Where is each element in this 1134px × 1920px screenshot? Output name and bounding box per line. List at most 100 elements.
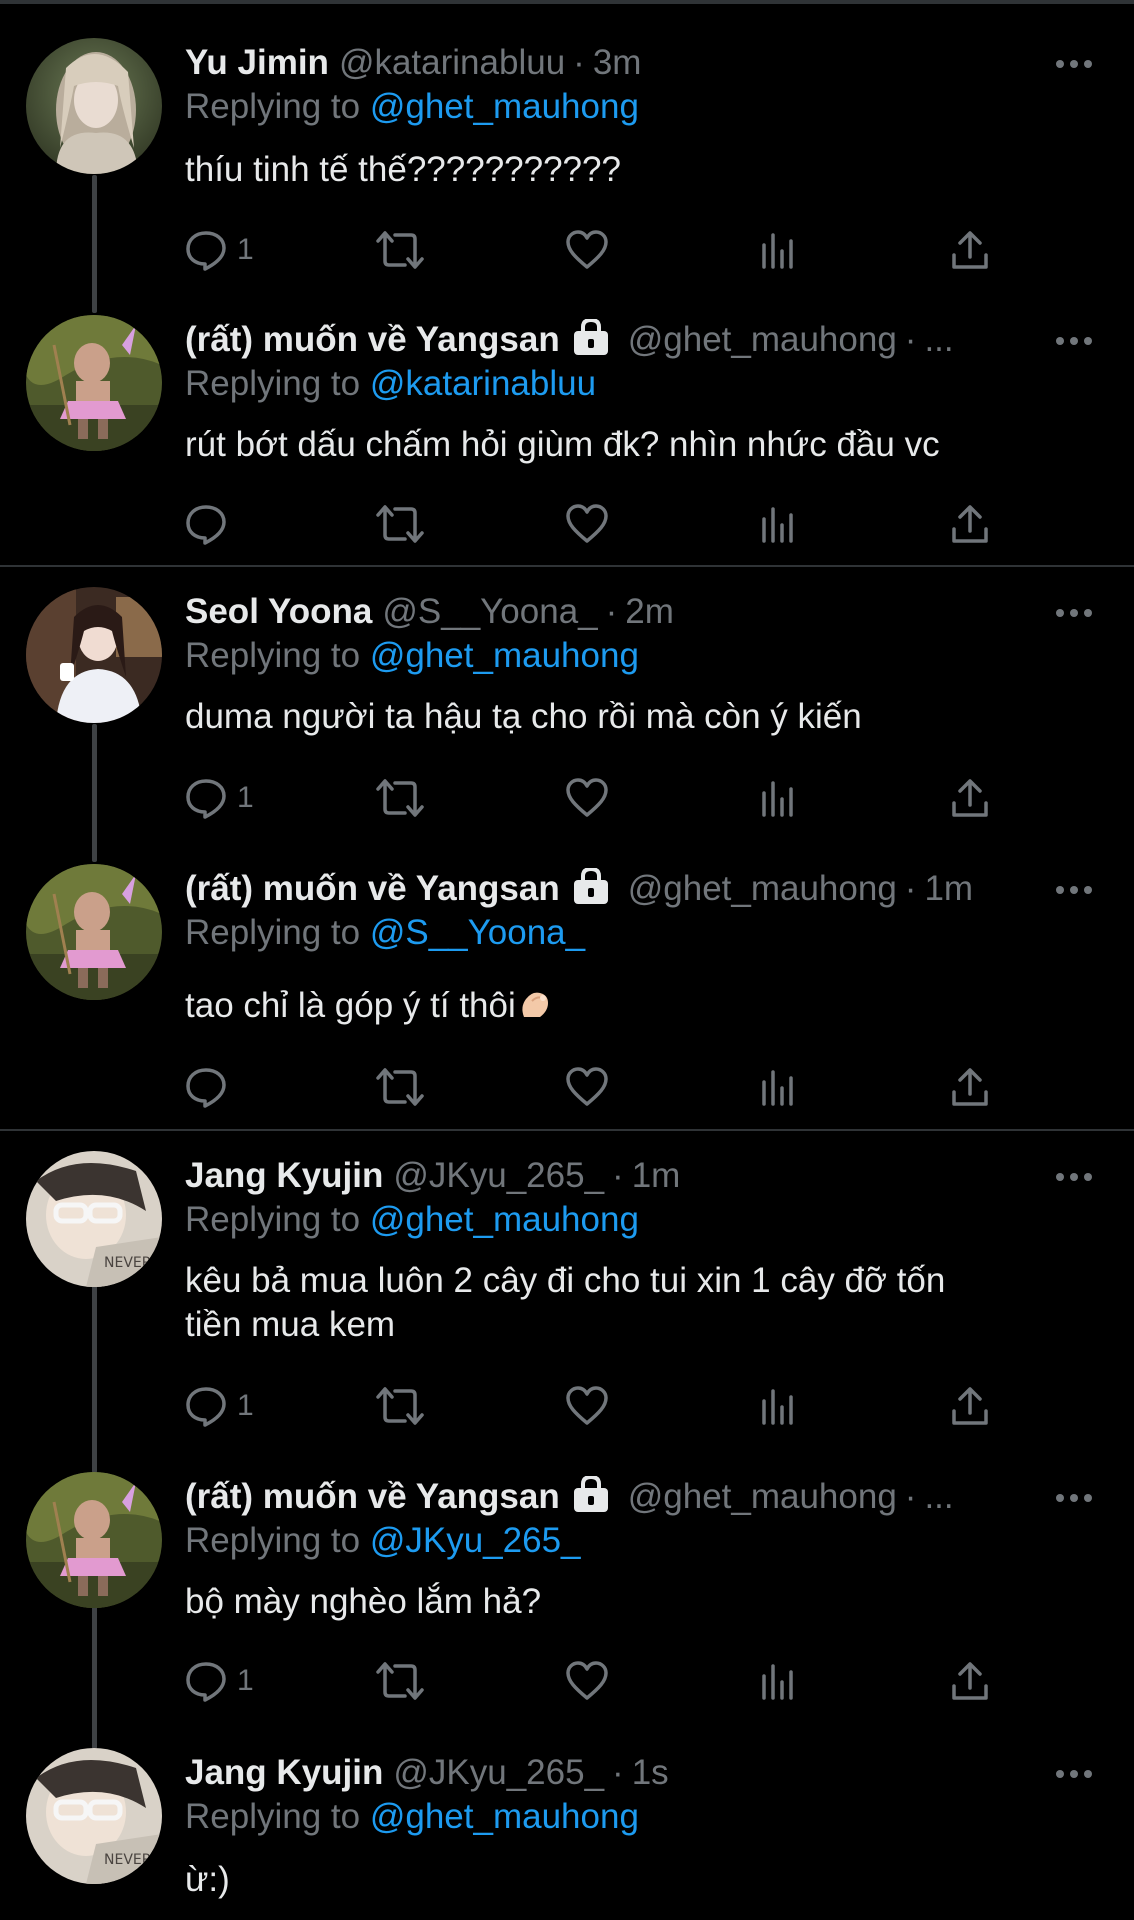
user-handle[interactable]: @ghet_mauhong <box>628 320 897 359</box>
timestamp[interactable]: 1m <box>924 869 973 908</box>
like-button[interactable] <box>565 1065 609 1109</box>
reply-button[interactable]: 1 <box>185 228 254 272</box>
user-handle[interactable]: @S__Yoona_ <box>382 592 597 631</box>
timestamp[interactable]: ... <box>924 320 953 359</box>
avatar[interactable]: NEVER <box>26 1151 162 1287</box>
replying-to: Replying to @JKyu_265_ <box>185 1518 581 1564</box>
analytics-button[interactable] <box>760 1384 796 1428</box>
tweet[interactable]: NEVER Jang Kyujin @JKyu_265_ · 1s Replying … <box>0 1748 1134 1920</box>
like-button[interactable] <box>565 776 609 820</box>
user-handle[interactable]: @JKyu_265_ <box>393 1156 604 1195</box>
reply-button[interactable] <box>185 502 237 546</box>
heart-icon <box>565 503 609 545</box>
reply-button[interactable]: 1 <box>185 1384 254 1428</box>
analytics-button[interactable] <box>760 1065 796 1109</box>
like-button[interactable] <box>565 1384 609 1428</box>
retweet-button[interactable] <box>375 776 425 820</box>
display-name[interactable]: Jang Kyujin <box>185 1753 383 1792</box>
reply-button[interactable] <box>185 1065 237 1109</box>
share-icon <box>950 1660 990 1702</box>
more-icon[interactable] <box>1054 601 1094 625</box>
replying-to: Replying to @ghet_mauhong <box>185 633 639 679</box>
share-button[interactable] <box>950 776 990 820</box>
action-bar: 1 <box>185 1384 988 1428</box>
timestamp[interactable]: 2m <box>625 592 674 631</box>
display-name[interactable]: (rất) muốn về Yangsan <box>185 320 560 359</box>
user-handle[interactable]: @JKyu_265_ <box>393 1753 604 1792</box>
mention-link[interactable]: @S__Yoona_ <box>370 913 585 952</box>
top-divider <box>0 0 1134 4</box>
user-handle[interactable]: @ghet_mauhong <box>628 1477 897 1516</box>
more-icon[interactable] <box>1054 52 1094 76</box>
display-name[interactable]: Yu Jimin <box>185 43 329 82</box>
retweet-button[interactable] <box>375 1065 425 1109</box>
share-button[interactable] <box>950 1384 990 1428</box>
user-handle[interactable]: @katarinabluu <box>339 43 565 82</box>
conversation-divider <box>0 565 1134 567</box>
reply-button[interactable]: 1 <box>185 776 254 820</box>
display-name[interactable]: Seol Yoona <box>185 592 372 631</box>
tweet[interactable]: NEVER Jang Kyujin @JKyu_265_ · 1m Replying … <box>0 1151 1134 1431</box>
avatar[interactable]: NEVER <box>26 1748 162 1884</box>
heart-icon <box>565 1066 609 1108</box>
tweet[interactable]: Yu Jimin @katarinabluu · 3m Replying to @gh… <box>0 38 1134 278</box>
separator-dot: · <box>904 869 917 908</box>
share-button[interactable] <box>950 1659 990 1703</box>
lock-icon <box>572 1474 610 1522</box>
mention-link[interactable]: @ghet_mauhong <box>370 636 639 675</box>
avatar[interactable] <box>26 864 162 1000</box>
more-icon[interactable] <box>1054 1165 1094 1189</box>
avatar[interactable] <box>26 1472 162 1608</box>
display-name[interactable]: Jang Kyujin <box>185 1156 383 1195</box>
analytics-button[interactable] <box>760 776 796 820</box>
display-name[interactable]: (rất) muốn về Yangsan <box>185 869 560 908</box>
tweet-text: ừ:) <box>185 1860 230 1899</box>
more-icon[interactable] <box>1054 1486 1094 1510</box>
avatar[interactable] <box>26 38 162 174</box>
like-button[interactable] <box>565 1659 609 1703</box>
analytics-icon <box>760 777 796 819</box>
retweet-icon <box>375 777 425 819</box>
more-icon[interactable] <box>1054 329 1094 353</box>
tweet[interactable]: Seol Yoona @S__Yoona_ · 2m Replying to @ghe… <box>0 587 1134 827</box>
reply-button[interactable]: 1 <box>185 1659 254 1703</box>
retweet-icon <box>375 503 425 545</box>
more-icon[interactable] <box>1054 878 1094 902</box>
tweet[interactable]: (rất) muốn về Yangsan @ghet_mauhong ·... R… <box>0 1472 1134 1712</box>
retweet-button[interactable] <box>375 1384 425 1428</box>
separator-dot: · <box>605 592 618 631</box>
like-button[interactable] <box>565 228 609 272</box>
share-button[interactable] <box>950 1065 990 1109</box>
tweet-text: tao chỉ là góp ý tí thôi <box>185 984 1045 1032</box>
tweet[interactable]: (rất) muốn về Yangsan @ghet_mauhong · 1m Re… <box>0 864 1134 1114</box>
like-button[interactable] <box>565 502 609 546</box>
tweet[interactable]: (rất) muốn về Yangsan @ghet_mauhong ·... R… <box>0 315 1134 555</box>
user-handle[interactable]: @ghet_mauhong <box>628 869 897 908</box>
separator-dot: · <box>612 1753 624 1792</box>
timestamp[interactable]: 1m <box>632 1156 681 1195</box>
share-button[interactable] <box>950 502 990 546</box>
share-button[interactable] <box>950 228 990 272</box>
timestamp[interactable]: 1s <box>632 1753 669 1792</box>
retweet-button[interactable] <box>375 1659 425 1703</box>
heart-icon <box>565 1385 609 1427</box>
avatar[interactable] <box>26 587 162 723</box>
avatar[interactable] <box>26 315 162 451</box>
mention-link[interactable]: @JKyu_265_ <box>370 1521 581 1560</box>
analytics-button[interactable] <box>760 1659 796 1703</box>
analytics-button[interactable] <box>760 228 796 272</box>
analytics-button[interactable] <box>760 502 796 546</box>
mention-link[interactable]: @katarinabluu <box>370 364 596 403</box>
retweet-button[interactable] <box>375 502 425 546</box>
share-icon <box>950 1066 990 1108</box>
timestamp[interactable]: 3m <box>593 43 642 82</box>
retweet-button[interactable] <box>375 228 425 272</box>
mention-link[interactable]: @ghet_mauhong <box>370 87 639 126</box>
display-name[interactable]: (rất) muốn về Yangsan <box>185 1477 560 1516</box>
mention-link[interactable]: @ghet_mauhong <box>370 1797 639 1836</box>
mention-link[interactable]: @ghet_mauhong <box>370 1200 639 1239</box>
replying-to-label: Replying to <box>185 364 361 403</box>
timestamp[interactable]: ... <box>924 1477 953 1516</box>
more-icon[interactable] <box>1054 1762 1094 1786</box>
tweet-header: Yu Jimin @katarinabluu · 3m <box>185 38 1025 88</box>
